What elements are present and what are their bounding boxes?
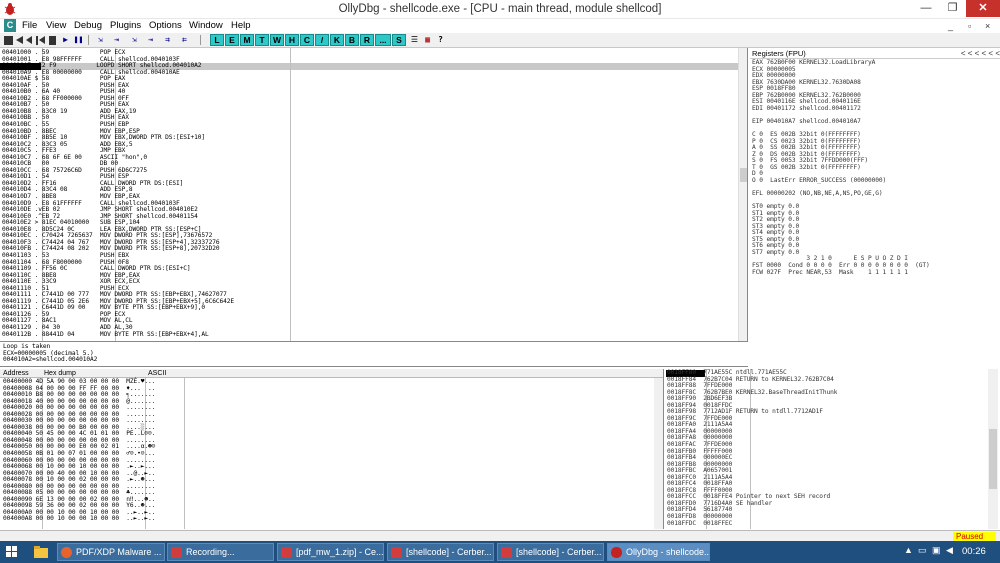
network-icon[interactable]: ▲ (904, 545, 913, 555)
hex-dump-scrollbar[interactable] (654, 378, 663, 529)
mdi-restore-button[interactable]: ▫ (968, 19, 971, 33)
registers-pane[interactable]: Registers (FPU) < < < < < < EAX 762B0F00… (750, 48, 1000, 341)
taskbar-item-label: [shellcode] - Cerber... (516, 547, 602, 557)
taskbar-item-label: [shellcode] - Cerber... (406, 547, 492, 557)
menu-debug[interactable]: Debug (74, 19, 102, 33)
toolbar: ▶ ❚❚ ⇲ ⇥ ⇲ ⇥ ⇉ ⇇ L E M T W H C / K B R .… (0, 33, 1000, 48)
column-address[interactable]: Address (3, 369, 29, 378)
disassembly-scrollbar[interactable] (738, 48, 747, 341)
menu-view[interactable]: View (46, 19, 66, 33)
breakpoints-button[interactable]: B (345, 34, 359, 46)
pause-icon[interactable]: ❚❚ (73, 34, 84, 46)
minimize-button[interactable]: — (913, 0, 939, 17)
scrollbar-thumb[interactable] (740, 168, 747, 182)
info-pane: Loop is taken ECX=00000005 (decimal 5.) … (0, 341, 748, 367)
handles-button[interactable]: H (285, 34, 299, 46)
cpu-window-icon[interactable]: C (4, 19, 16, 32)
recorder-icon (171, 547, 182, 558)
menu-file[interactable]: File (22, 19, 37, 33)
taskbar-item-cerbero-zip[interactable]: [pdf_mw_1.zip] - Ce... (277, 543, 384, 561)
help-icon[interactable]: ? (435, 34, 446, 46)
mdi-minimize-button[interactable]: _ (948, 19, 953, 33)
taskbar-item-cerbero-shellcode-1[interactable]: [shellcode] - Cerber... (387, 543, 494, 561)
call-stack-button[interactable]: K (330, 34, 344, 46)
taskbar-item-label: [pdf_mw_1.zip] - Ce... (296, 547, 384, 557)
battery-icon[interactable]: ▭ (918, 545, 927, 556)
trace-into-icon[interactable]: ⇲ (128, 34, 141, 46)
source-button[interactable]: S (392, 34, 406, 46)
execute-till-return-icon[interactable]: ⇉ (161, 34, 174, 46)
cerbero-icon (281, 547, 292, 558)
menu-bar: C File View Debug Plugins Options Window… (0, 19, 1000, 33)
mdi-close-button[interactable]: × (985, 19, 990, 33)
references-button[interactable]: R (360, 34, 374, 46)
stack-pane[interactable]: 0018FF80 771AE55C ntdll.771AE55C 0018FF8… (666, 369, 1000, 529)
firefox-icon (61, 547, 72, 558)
info-text: Loop is taken ECX=00000005 (decimal 5.) … (3, 343, 98, 364)
clock[interactable]: 00:26 (962, 546, 986, 557)
taskbar-item-label: Recording... (186, 547, 235, 557)
maximize-button[interactable]: ❐ (939, 0, 966, 17)
scrollbar-thumb[interactable] (989, 429, 997, 489)
step-over-icon[interactable]: ⇥ (110, 34, 123, 46)
debugging-options-icon[interactable]: ☰ (409, 34, 420, 46)
taskbar-item-ollydbg[interactable]: OllyDbg - shellcode... (607, 543, 710, 561)
registers-title: Registers (FPU) (752, 49, 806, 58)
taskbar-item-label: PDF/XDP Malware ... (76, 547, 162, 557)
go-to-origin-icon[interactable]: ⇇ (178, 34, 191, 46)
hex-dump-header: Address Hex dump ASCII (0, 369, 663, 378)
ollydbg-bug-icon (611, 547, 622, 558)
file-open-icons[interactable] (4, 35, 56, 46)
menu-help[interactable]: Help (231, 19, 251, 33)
log-window-button[interactable]: L (210, 34, 224, 46)
cerbero-icon (391, 547, 402, 558)
status-bar: Paused (0, 530, 1000, 542)
column-hex-dump[interactable]: Hex dump (44, 369, 76, 378)
register-values[interactable]: EAX 762B0F00 KERNEL32.LoadLibraryA ECX 0… (752, 59, 930, 276)
title-bar: OllyDbg - shellcode.exe - [CPU - main th… (0, 0, 1000, 19)
taskbar: PDF/XDP Malware ... Recording... [pdf_mw… (0, 541, 1000, 563)
window-title: OllyDbg - shellcode.exe - [CPU - main th… (338, 3, 662, 15)
run-trace-button[interactable]: ... (375, 34, 391, 46)
hex-dump-pane[interactable]: Address Hex dump ASCII 00400000 4D 5A 90… (0, 369, 664, 529)
trace-over-icon[interactable]: ⇥ (144, 34, 157, 46)
taskbar-item-recording[interactable]: Recording... (167, 543, 274, 561)
stack-listing[interactable]: 0018FF80 771AE55C ntdll.771AE55C 0018FF8… (667, 369, 837, 527)
cerbero-icon (501, 547, 512, 558)
menu-plugins[interactable]: Plugins (110, 19, 141, 33)
taskbar-item-label: OllyDbg - shellcode... (626, 547, 710, 557)
disassembly-listing[interactable]: 00401000 . 59 POP ECX 00401001 . E8 98FF… (2, 49, 234, 338)
disassembly-pane[interactable]: 00401000 . 59 POP ECX 00401001 . E8 98FF… (0, 48, 748, 341)
close-button[interactable]: ✕ (966, 0, 1000, 17)
taskbar-item-cerbero-shellcode-2[interactable]: [shellcode] - Cerber... (497, 543, 604, 561)
stack-scrollbar[interactable] (988, 369, 998, 529)
file-explorer-icon[interactable] (30, 543, 52, 561)
step-into-icon[interactable]: ⇲ (94, 34, 107, 46)
run-icon[interactable]: ▶ (60, 34, 71, 46)
menu-window[interactable]: Window (189, 19, 223, 33)
appearance-icon[interactable]: ▦ (422, 34, 433, 46)
executable-modules-button[interactable]: E (225, 34, 239, 46)
hex-dump-listing[interactable]: 00400000 4D 5A 90 00 03 00 00 00 MZÉ.♥..… (3, 378, 155, 523)
start-button[interactable] (6, 546, 18, 558)
monitor-icon[interactable]: ▣ (932, 545, 941, 556)
system-tray: ▲ ▭ ▣ ◀ 00:26 (900, 541, 1000, 563)
threads-button[interactable]: T (255, 34, 269, 46)
patches-button[interactable]: / (315, 34, 329, 46)
menu-options[interactable]: Options (149, 19, 182, 33)
windows-button[interactable]: W (270, 34, 284, 46)
registers-nav-arrows[interactable]: < < < < < < (961, 48, 1000, 59)
volume-icon[interactable]: ◀ (946, 545, 953, 556)
cpu-button[interactable]: C (300, 34, 314, 46)
taskbar-item-browser[interactable]: PDF/XDP Malware ... (57, 543, 165, 561)
column-ascii[interactable]: ASCII (148, 369, 166, 378)
memory-map-button[interactable]: M (240, 34, 254, 46)
